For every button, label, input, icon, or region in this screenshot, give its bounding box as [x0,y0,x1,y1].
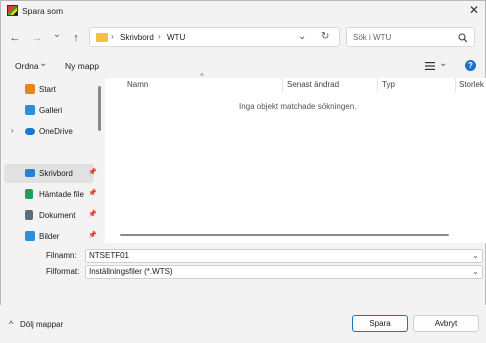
chevron-down-icon[interactable]: ⌄ [39,58,47,69]
pin-icon: 📌 [88,232,97,239]
cancel-button[interactable]: Avbryt [413,315,479,332]
address-bar[interactable]: › Skrivbord › WTU ⌄ ↻ [89,27,340,47]
window-title: Spara som [22,6,64,16]
search-icon[interactable] [458,33,468,43]
pin-icon: 📌 [88,190,97,197]
filetype-value[interactable]: Inställningsfiler (*.WTS) [89,267,173,276]
download-icon [25,189,33,199]
forward-button[interactable]: → [30,31,44,45]
chevron-down-icon[interactable]: ⌄ [439,58,447,69]
folder-icon [96,33,108,42]
column-divider[interactable] [455,78,456,92]
empty-message: Inga objekt matchade sökningen. [239,102,357,111]
view-options-icon[interactable] [425,62,435,70]
sort-indicator-icon: ^ [200,72,204,81]
breadcrumb-separator: › [158,32,161,41]
organize-button-label[interactable]: Ordna [15,61,39,71]
sidebar-item-label: Skrivbord [39,169,73,178]
save-button[interactable]: Spara [352,315,408,332]
command-bar: Ordna ⌄ Ny mapp ⌄ ? [0,55,486,77]
title-bar: Spara som ✕ [0,0,486,22]
chevron-down-icon[interactable]: ⌄ [298,31,306,42]
sidebar-item-desktop[interactable]: Skrivbord 📌 [4,164,97,183]
expand-chevron-icon[interactable]: › [11,126,14,135]
sidebar-item-start[interactable]: Start [4,80,94,99]
chevron-down-icon[interactable]: ⌄ [472,266,479,278]
filename-value[interactable]: NTSETF01 [89,251,129,260]
sidebar-item-label: Galleri [39,106,63,115]
sidebar-scrollbar[interactable] [98,86,101,131]
new-folder-button[interactable]: Ny mapp [65,61,99,71]
document-icon [25,210,33,220]
app-icon [7,5,18,16]
home-icon [25,84,35,94]
column-divider[interactable] [377,78,378,92]
sidebar-item-label: Hämtade file [39,190,84,199]
pictures-icon [25,231,35,241]
pin-icon: 📌 [88,169,97,176]
column-header-type[interactable]: Typ [382,80,395,89]
sidebar-item-documents[interactable]: Dokument 📌 [4,206,97,225]
filetype-select[interactable]: Inställningsfiler (*.WTS) ⌄ [85,265,483,279]
horizontal-scrollbar[interactable] [120,234,449,236]
chevron-up-icon[interactable]: ^ [9,319,13,329]
recent-locations-button[interactable]: ⌄ [50,28,64,42]
sidebar-item-label: Start [39,85,56,94]
help-icon[interactable]: ? [465,60,476,71]
filetype-label: Filformat: [46,267,80,276]
back-button[interactable]: ← [8,31,22,45]
filename-field[interactable]: NTSETF01 ⌄ [85,249,483,263]
breadcrumb-item[interactable]: WTU [167,33,185,42]
column-header-date[interactable]: Senast ändrad [287,80,339,89]
gallery-icon [25,105,35,115]
navigation-pane: Start Galleri › OneDrive Skrivbord 📌 Häm… [0,78,104,243]
sidebar-item-pictures[interactable]: Bilder 📌 [4,227,97,246]
column-divider[interactable] [282,78,283,92]
desktop-icon [25,169,35,177]
sidebar-item-label: OneDrive [39,127,73,136]
filename-label: Filnamn: [46,251,77,260]
onedrive-icon [25,128,35,135]
chevron-down-icon[interactable]: ⌄ [472,250,479,262]
hide-folders-button[interactable]: Dölj mappar [20,320,63,329]
refresh-icon[interactable]: ↻ [321,31,329,42]
up-button[interactable]: ↑ [69,31,83,45]
sidebar-item-gallery[interactable]: Galleri [4,101,94,120]
search-input[interactable]: Sök i WTU [353,33,391,42]
breadcrumb-separator: › [111,32,114,41]
pin-icon: 📌 [88,211,97,218]
sidebar-item-label: Bilder [39,232,60,241]
search-box[interactable]: Sök i WTU [346,27,475,47]
sidebar-item-downloads[interactable]: Hämtade file 📌 [4,185,97,204]
sidebar-item-onedrive[interactable]: › OneDrive [4,122,94,141]
column-header-name[interactable]: Namn [127,80,148,89]
breadcrumb-item[interactable]: Skrivbord [120,33,154,42]
column-header-size[interactable]: Storlek [459,80,484,89]
close-icon[interactable]: ✕ [467,3,481,17]
sidebar-item-label: Dokument [39,211,76,220]
